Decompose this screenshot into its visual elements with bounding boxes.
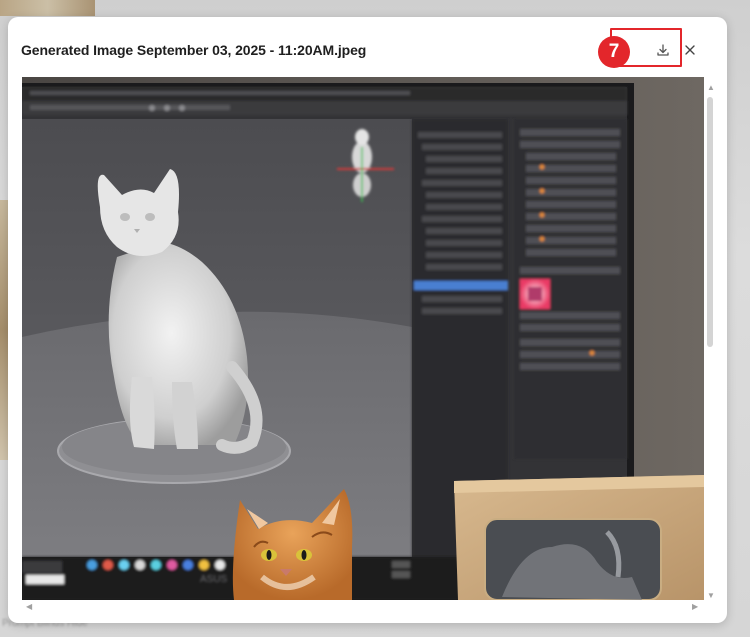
- dialog-header: Generated Image September 03, 2025 - 11:…: [8, 17, 727, 75]
- horizontal-scrollbar[interactable]: ◀ ▶: [22, 602, 704, 612]
- scroll-left-arrow[interactable]: ◀: [26, 602, 32, 611]
- generated-image-picture: ASUS: [22, 77, 704, 600]
- close-button[interactable]: [679, 39, 701, 61]
- step-badge: 7: [598, 36, 630, 68]
- vertical-scrollbar[interactable]: ▲ ▼: [706, 83, 715, 603]
- download-icon: [657, 44, 669, 56]
- download-button[interactable]: [652, 39, 674, 61]
- dialog-title: Generated Image September 03, 2025 - 11:…: [21, 42, 367, 58]
- vertical-scrollbar-thumb[interactable]: [707, 97, 713, 347]
- generated-image: ASUS: [22, 77, 704, 600]
- scroll-down-arrow[interactable]: ▼: [707, 591, 715, 600]
- scroll-up-arrow[interactable]: ▲: [707, 83, 715, 92]
- monitor-brand-label: ASUS: [200, 574, 228, 585]
- background-thumbnail: [0, 0, 95, 16]
- image-preview-dialog: Generated Image September 03, 2025 - 11:…: [8, 17, 727, 623]
- scroll-right-arrow[interactable]: ▶: [692, 602, 698, 611]
- close-icon: [685, 45, 695, 55]
